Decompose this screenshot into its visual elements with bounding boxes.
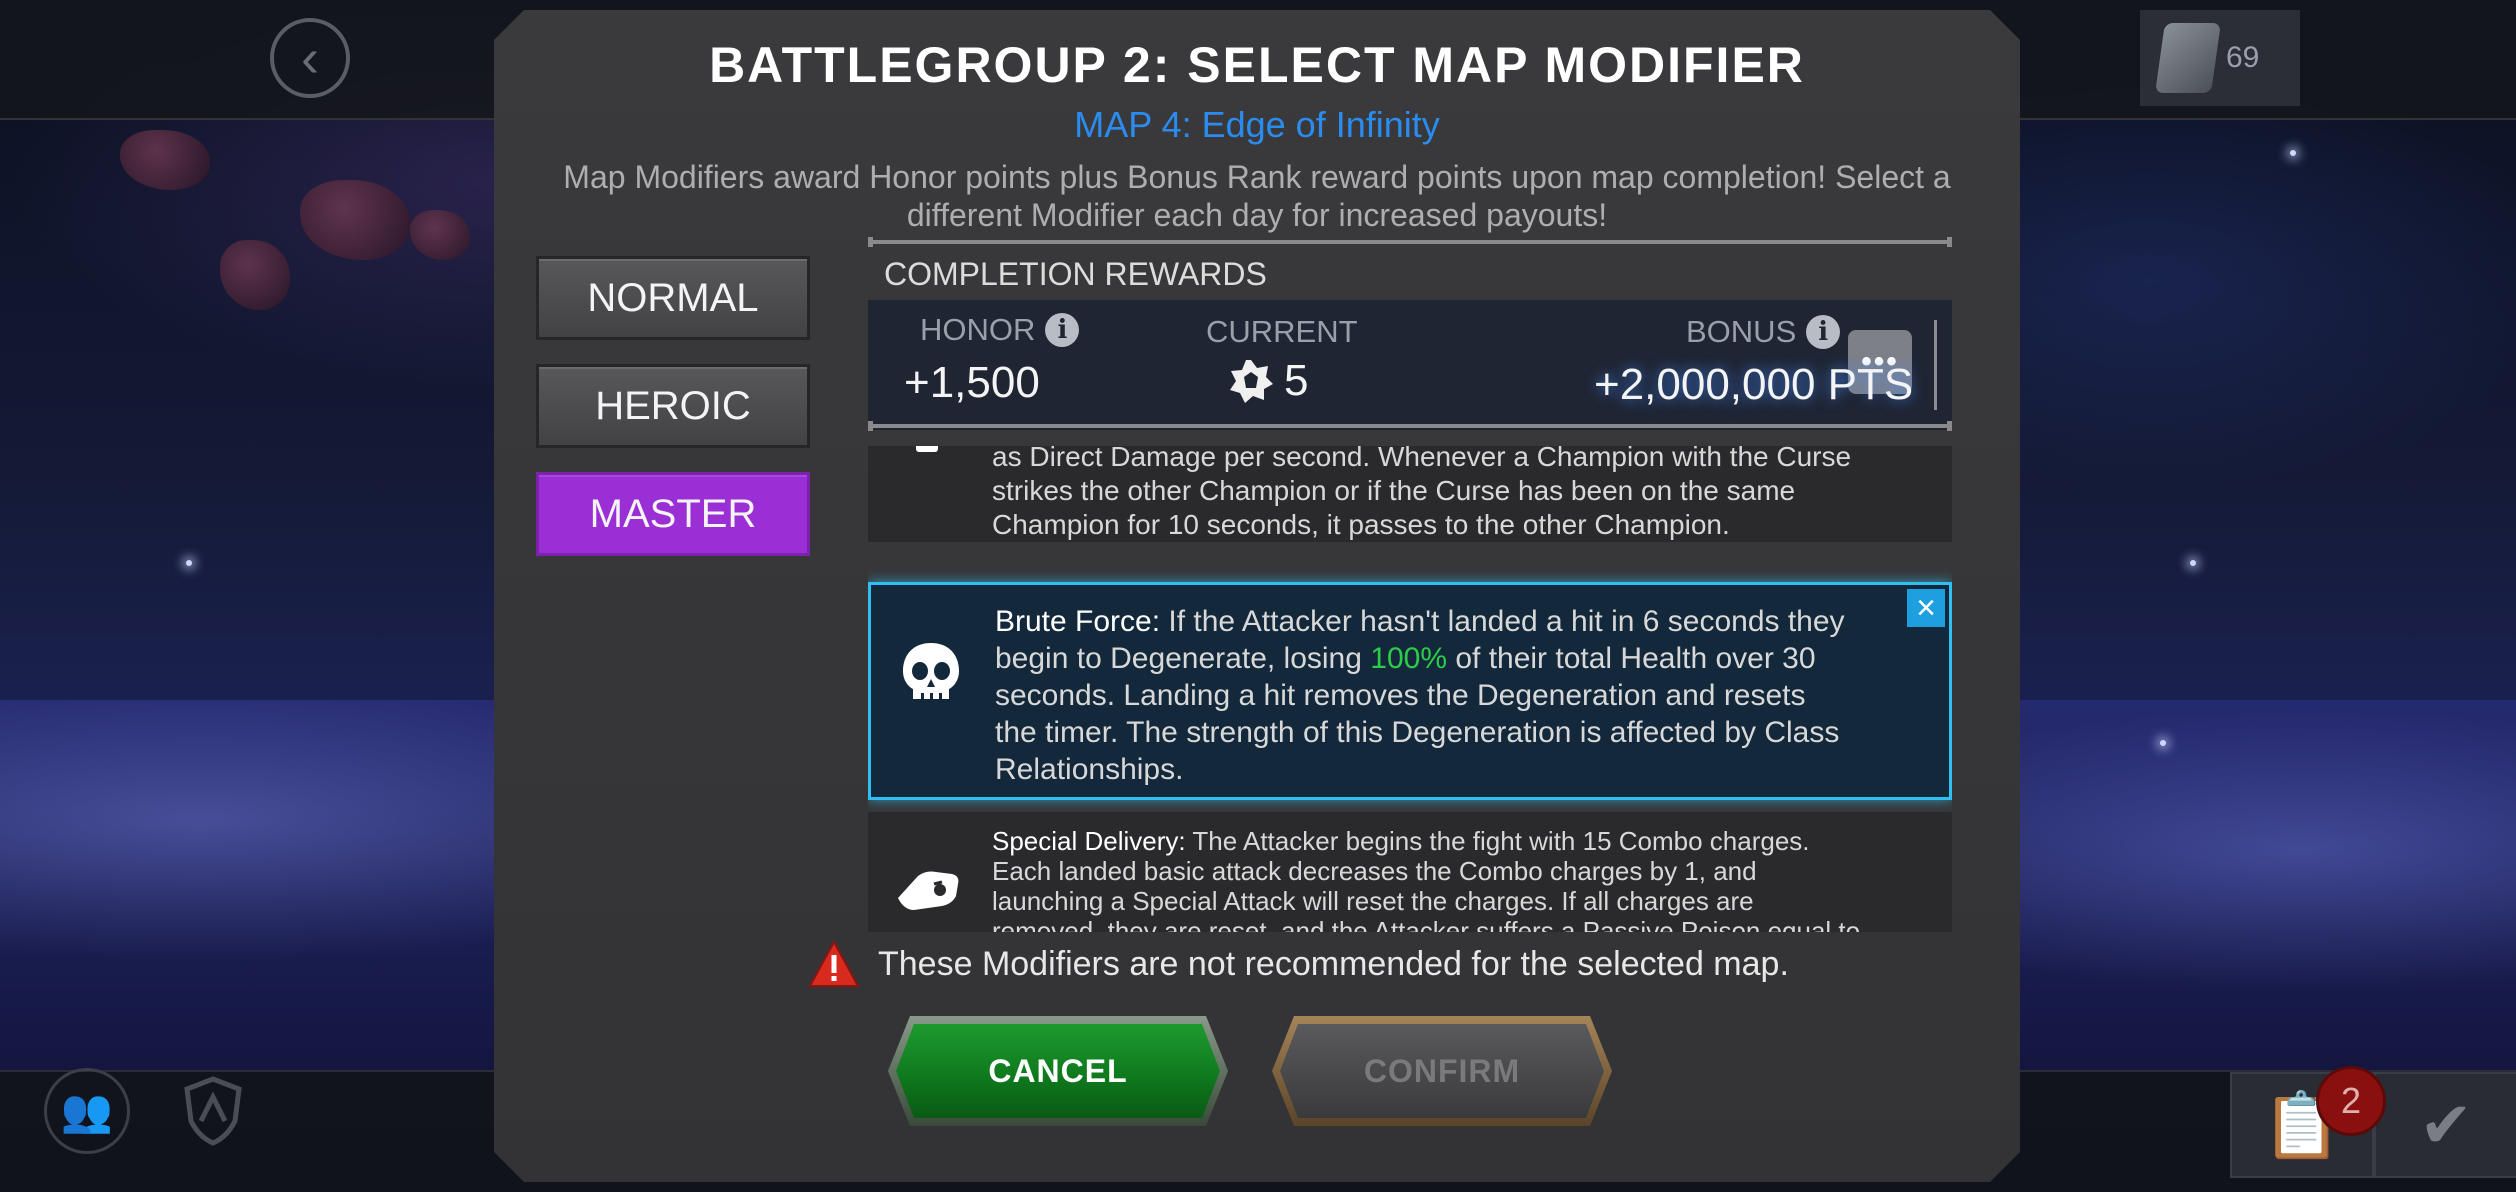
cancel-button[interactable]: CANCEL bbox=[888, 1016, 1228, 1126]
cancel-label: CANCEL bbox=[988, 1052, 1128, 1089]
shield-icon[interactable] bbox=[170, 1068, 256, 1154]
checkmark-icon[interactable]: ✔ bbox=[2374, 1072, 2516, 1178]
warning-text: These Modifiers are not recommended for … bbox=[878, 944, 1789, 983]
divider bbox=[868, 240, 1952, 244]
honor-label: HONOR bbox=[920, 312, 1036, 347]
rewards-panel: HONOR i +1,500 CURRENT 5 ••• BONUS i +2,… bbox=[868, 300, 1952, 430]
dialog-description: Map Modifiers award Honor points plus Bo… bbox=[563, 159, 1951, 233]
honor-info-icon[interactable]: i bbox=[1045, 313, 1079, 347]
tier-normal-button[interactable]: NORMAL bbox=[536, 256, 810, 340]
confirm-label: CONFIRM bbox=[1363, 1052, 1521, 1089]
star bbox=[186, 560, 192, 566]
remove-modifier-close-icon[interactable]: × bbox=[1907, 589, 1945, 627]
current-label: CURRENT bbox=[1206, 314, 1358, 349]
honor-label-group: HONOR i bbox=[920, 312, 1079, 348]
rewards-divider bbox=[1934, 320, 1937, 410]
bonus-label-group: BONUS i bbox=[1686, 314, 1840, 350]
star bbox=[2190, 560, 2196, 566]
dialog-title: BATTLEGROUP 2: SELECT MAP MODIFIER bbox=[709, 37, 1805, 93]
skull-icon bbox=[893, 637, 969, 713]
confirm-button[interactable]: CONFIRM bbox=[1272, 1016, 1612, 1126]
star bbox=[2160, 740, 2166, 746]
group-icon[interactable]: 👥 bbox=[44, 1068, 130, 1154]
alert-count-badge: 2 bbox=[2316, 1066, 2386, 1136]
modifier-description: Brute Force: If the Attacker hasn't land… bbox=[995, 603, 1849, 788]
star bbox=[2290, 150, 2296, 156]
fist-icon bbox=[890, 848, 966, 924]
modifier-card-brute-force[interactable]: Brute Force: If the Attacker hasn't land… bbox=[868, 582, 1952, 800]
divider bbox=[868, 424, 1952, 428]
modifier-name: Brute Force: bbox=[995, 605, 1161, 638]
current-rank: 5 bbox=[1228, 356, 1308, 406]
modifier-description: Special Delivery: The Attacker begins th… bbox=[992, 826, 1862, 932]
rank-badge-icon bbox=[1228, 358, 1274, 404]
modifier-icon bbox=[912, 446, 942, 460]
resource-count: 69 bbox=[2226, 41, 2260, 74]
modifier-card-special-delivery[interactable]: Special Delivery: The Attacker begins th… bbox=[868, 812, 1952, 932]
resource-icon bbox=[2155, 23, 2221, 93]
resource-counter[interactable]: 69 bbox=[2140, 10, 2300, 106]
tier-heroic-button[interactable]: HEROIC bbox=[536, 364, 810, 448]
bottom-nav: 👥 bbox=[44, 1068, 256, 1154]
current-rank-value: 5 bbox=[1284, 356, 1309, 405]
map-modifier-dialog: BATTLEGROUP 2: SELECT MAP MODIFIER MAP 4… bbox=[494, 10, 2020, 1182]
warning-icon bbox=[808, 940, 860, 988]
health-percent: 100% bbox=[1370, 642, 1447, 675]
map-name: MAP 4: Edge of Infinity bbox=[1074, 104, 1440, 145]
back-arrow-icon[interactable]: ‹ bbox=[270, 18, 350, 98]
tier-master-button[interactable]: MASTER bbox=[536, 472, 810, 556]
bonus-value: +2,000,000 PTS bbox=[1594, 360, 1914, 409]
bonus-info-icon[interactable]: i bbox=[1806, 315, 1840, 349]
modifier-card-curse[interactable]: as Direct Damage per second. Whenever a … bbox=[868, 446, 1952, 542]
honor-value: +1,500 bbox=[904, 358, 1040, 407]
completion-rewards-heading: COMPLETION REWARDS bbox=[884, 256, 1267, 292]
modifier-name: Special Delivery: bbox=[992, 826, 1186, 856]
modifier-list[interactable]: as Direct Damage per second. Whenever a … bbox=[868, 446, 1952, 932]
warning-message: These Modifiers are not recommended for … bbox=[808, 940, 1789, 988]
bonus-label: BONUS bbox=[1686, 314, 1797, 349]
modifier-description: as Direct Damage per second. Whenever a … bbox=[992, 446, 1852, 540]
